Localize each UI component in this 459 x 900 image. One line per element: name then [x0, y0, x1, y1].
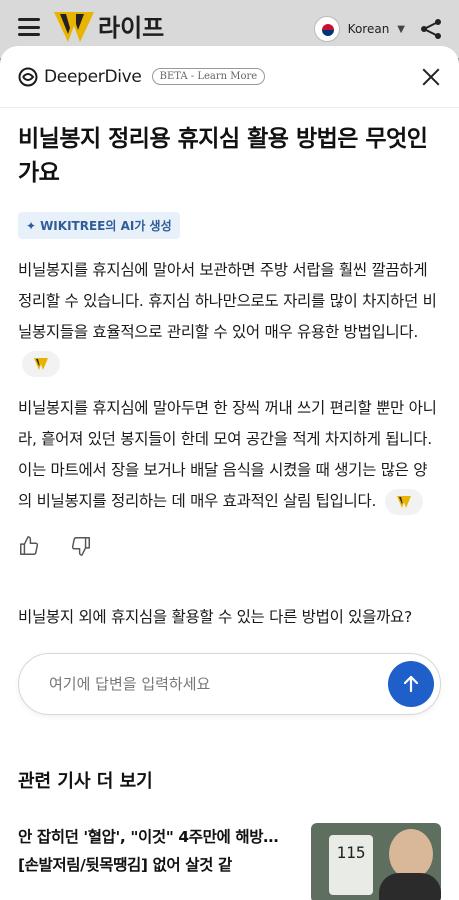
thumbs-down-icon[interactable]: [70, 535, 92, 557]
blood-pressure-monitor: 115: [329, 835, 373, 895]
answer-paragraph-2: 비닐봉지를 휴지심에 말아두면 한 장씩 꺼내 쓰기 편리할 뿐만 아니라, 흩…: [18, 393, 441, 517]
related-article-title[interactable]: 안 잡히던 '혈압', "이것" 4주만에 해방… [손발저림/뒷목땡김] 없어…: [18, 823, 301, 900]
close-icon[interactable]: [421, 67, 441, 87]
related-article-thumbnail[interactable]: 115: [311, 823, 441, 900]
answer-paragraph-1: 비닐봉지를 휴지심에 말아서 보관하면 주방 서랍을 훨씬 깔끔하게 정리할 수…: [18, 255, 441, 379]
source-chip[interactable]: [384, 488, 423, 515]
sparkle-icon: ✦: [26, 218, 37, 233]
send-button[interactable]: [388, 661, 434, 707]
related-article[interactable]: 안 잡히던 '혈압', "이것" 4주만에 해방… [손발저림/뒷목땡김] 없어…: [18, 823, 441, 900]
wikitree-logo-icon: [54, 12, 94, 42]
person-shirt: [379, 873, 441, 900]
related-articles-title: 관련 기사 더 보기: [18, 771, 153, 792]
answer-text-1: 비닐봉지를 휴지심에 말아서 보관하면 주방 서랍을 훨씬 깔끔하게 정리할 수…: [18, 261, 437, 341]
ai-badge-label: WIKITREE의 AI가 생성: [40, 219, 172, 233]
arrow-up-icon: [403, 675, 419, 693]
beta-learn-more-link[interactable]: BETA - Learn More: [151, 68, 266, 85]
share-icon[interactable]: [419, 17, 443, 41]
ai-generated-badge: ✦ WIKITREE의 AI가 생성: [18, 212, 180, 239]
menu-icon[interactable]: [18, 18, 40, 36]
answer-input-box: [18, 653, 441, 715]
question-title: 비닐봉지 정리용 휴지심 활용 방법은 무엇인가요: [18, 126, 428, 186]
deeperdive-icon: [18, 67, 38, 86]
deeperdive-logo: DeeperDive: [18, 67, 142, 87]
answer-text-2: 비닐봉지를 휴지심에 말아두면 한 장씩 꺼내 쓰기 편리할 뿐만 아니라, 흩…: [18, 399, 437, 510]
source-chip[interactable]: [22, 350, 60, 377]
app-name: 라이프: [98, 14, 165, 42]
wikitree-source-icon: [396, 495, 411, 508]
brand-name: DeeperDive: [44, 66, 142, 87]
person-face: [389, 829, 433, 879]
korea-flag-icon[interactable]: [313, 16, 340, 42]
thumbs-up-icon[interactable]: [18, 535, 40, 557]
followup-question[interactable]: 비닐봉지 외에 휴지심을 활용할 수 있는 다른 방법이 있을까요?: [18, 603, 441, 631]
sheet-header: DeeperDive BETA - Learn More: [0, 46, 459, 108]
chevron-down-icon[interactable]: ▼: [397, 24, 405, 35]
deeperdive-sheet: DeeperDive BETA - Learn More 비닐봉지 정리용 휴지…: [0, 46, 459, 900]
wikitree-source-icon: [34, 357, 48, 370]
feedback-row: [18, 535, 441, 557]
language-label[interactable]: Korean: [348, 22, 390, 36]
answer-input[interactable]: [49, 675, 388, 693]
